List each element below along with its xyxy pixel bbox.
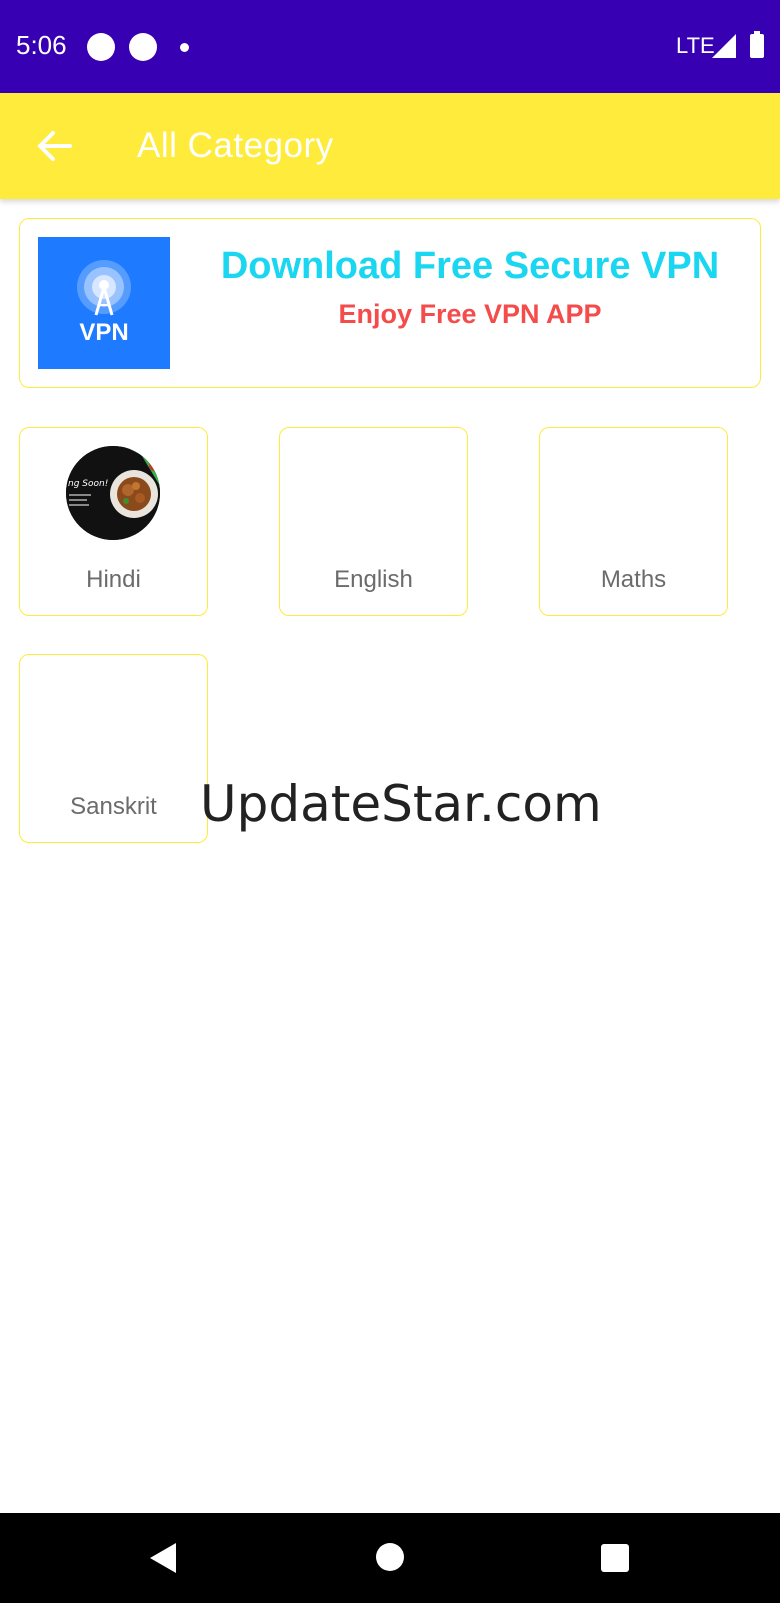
category-label: Hindi (86, 566, 141, 593)
notification-dot-icon (87, 33, 115, 61)
category-thumbnail: ng Soon! (66, 446, 160, 540)
watermark: UpdateStar.com (200, 775, 602, 833)
navigation-bar (0, 1513, 780, 1603)
thumbnail-text: ng Soon! (68, 479, 108, 489)
signal-icon (712, 34, 736, 58)
vpn-headline: Download Free Secure VPN (220, 245, 720, 287)
nav-back-icon[interactable] (148, 1541, 178, 1575)
arrow-left-icon (38, 131, 72, 161)
category-label: Sanskrit (70, 793, 157, 820)
app-bar: All Category (0, 93, 780, 199)
nav-recents-icon[interactable] (601, 1544, 629, 1572)
back-button[interactable] (32, 123, 78, 169)
category-label: Maths (600, 566, 667, 593)
vpn-ad-banner[interactable]: VPN Download Free Secure VPN Enjoy Free … (19, 218, 761, 388)
page-title: All Category (137, 126, 334, 165)
battery-icon (750, 31, 764, 58)
vpn-subline: Enjoy Free VPN APP (338, 299, 602, 329)
vpn-logo: VPN (38, 237, 170, 369)
category-card-maths[interactable]: Maths (539, 427, 728, 616)
notification-dot-icon (129, 33, 157, 61)
vpn-logo-text: VPN (79, 319, 129, 346)
category-card-english[interactable]: English (279, 427, 468, 616)
status-time: 5:06 (16, 30, 67, 60)
status-bar: 5:06 LTE (0, 0, 780, 93)
category-card-sanskrit[interactable]: Sanskrit (19, 654, 208, 843)
network-type: LTE (676, 33, 715, 58)
food-plate-icon: ng Soon! (66, 446, 160, 540)
category-card-hindi[interactable]: ng Soon! Hindi (19, 427, 208, 616)
antenna-icon (77, 260, 131, 316)
nav-home-icon[interactable] (376, 1543, 404, 1571)
small-dot-icon (180, 43, 189, 52)
category-label: English (334, 566, 413, 593)
